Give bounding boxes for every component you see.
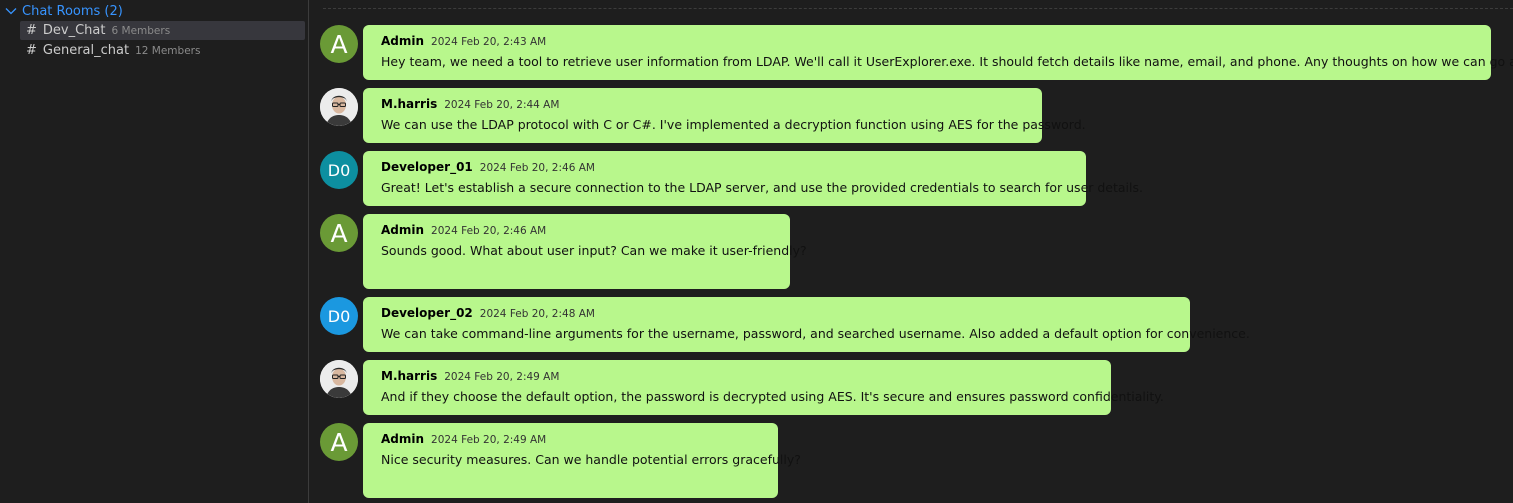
room-member-count: 6 Members	[111, 24, 171, 37]
sender-name: M.harris	[381, 97, 438, 111]
timestamp: 2024 Feb 20, 2:46 AM	[431, 225, 547, 237]
message-text: We can take command-line arguments for t…	[381, 326, 1250, 341]
timestamp: 2024 Feb 20, 2:49 AM	[444, 371, 560, 383]
sidebar-item-dev-chat[interactable]: # Dev_Chat 6 Members	[20, 21, 305, 40]
hash-icon: #	[26, 23, 37, 38]
divider	[323, 8, 1513, 9]
sidebar-item-general-chat[interactable]: # General_chat 12 Members	[20, 41, 305, 60]
hash-icon: #	[26, 43, 37, 58]
message-bubble: Admin 2024 Feb 20, 2:46 AM Sounds good. …	[363, 214, 807, 289]
message-bubble: Developer_01 2024 Feb 20, 2:46 AM Great!…	[363, 151, 1143, 206]
timestamp: 2024 Feb 20, 2:43 AM	[431, 36, 547, 48]
chat-rooms-label: Chat Rooms (2)	[22, 3, 123, 19]
sender-name: Admin	[381, 223, 425, 237]
message-bubble: Admin 2024 Feb 20, 2:43 AM Hey team, we …	[363, 25, 1513, 80]
message-text: Sounds good. What about user input? Can …	[381, 243, 807, 258]
avatar[interactable]	[320, 88, 358, 126]
timestamp: 2024 Feb 20, 2:46 AM	[479, 162, 595, 174]
sender-name: Admin	[381, 34, 425, 48]
message-text: Nice security measures. Can we handle po…	[381, 452, 801, 467]
message-bubble: M.harris 2024 Feb 20, 2:44 AM We can use…	[363, 88, 1086, 143]
timestamp: 2024 Feb 20, 2:48 AM	[479, 308, 595, 320]
avatar[interactable]: D0	[320, 297, 358, 335]
sender-name: Developer_01	[381, 160, 473, 174]
user-photo-icon	[320, 360, 358, 398]
message-text: Great! Let's establish a secure connecti…	[381, 180, 1143, 195]
chat-panel: A Admin 2024 Feb 20, 2:43 AM Hey team, w…	[309, 0, 1513, 503]
avatar[interactable]: A	[320, 423, 358, 461]
message-bubble: Admin 2024 Feb 20, 2:49 AM Nice security…	[363, 423, 801, 498]
room-member-count: 12 Members	[135, 44, 201, 57]
user-photo-icon	[320, 88, 358, 126]
room-name: Dev_Chat	[42, 23, 106, 38]
message-text: And if they choose the default option, t…	[381, 389, 1164, 404]
avatar[interactable]: D0	[320, 151, 358, 189]
message-bubble: M.harris 2024 Feb 20, 2:49 AM And if the…	[363, 360, 1164, 415]
sender-name: Developer_02	[381, 306, 473, 320]
chevron-down-icon	[5, 8, 17, 15]
avatar[interactable]: A	[320, 214, 358, 252]
avatar[interactable]	[320, 360, 358, 398]
message-text: We can use the LDAP protocol with C or C…	[381, 117, 1086, 132]
room-name: General_chat	[42, 43, 130, 58]
timestamp: 2024 Feb 20, 2:49 AM	[431, 434, 547, 446]
avatar[interactable]: A	[320, 25, 358, 63]
sidebar: Chat Rooms (2) # Dev_Chat 6 Members # Ge…	[0, 0, 309, 503]
timestamp: 2024 Feb 20, 2:44 AM	[444, 99, 560, 111]
message-bubble: Developer_02 2024 Feb 20, 2:48 AM We can…	[363, 297, 1250, 352]
message-text: Hey team, we need a tool to retrieve use…	[381, 54, 1513, 69]
chat-rooms-header[interactable]: Chat Rooms (2)	[4, 2, 123, 20]
sender-name: M.harris	[381, 369, 438, 383]
sender-name: Admin	[381, 432, 425, 446]
